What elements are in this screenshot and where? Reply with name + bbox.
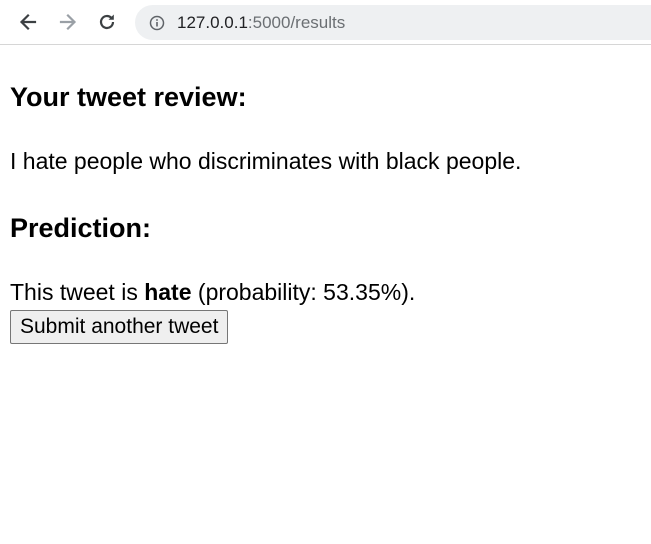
- browser-toolbar: 127.0.0.1:5000/results: [0, 0, 651, 45]
- arrow-right-icon: [59, 13, 77, 31]
- submit-another-tweet-button[interactable]: Submit another tweet: [10, 310, 229, 344]
- url-host: 127.0.0.1: [177, 12, 248, 32]
- prediction-heading: Prediction:: [10, 213, 152, 243]
- review-heading: Your tweet review:: [10, 82, 247, 112]
- forward-button[interactable]: [53, 7, 83, 37]
- info-icon[interactable]: [148, 14, 166, 32]
- prediction-prefix: This tweet is: [10, 279, 145, 305]
- back-button[interactable]: [13, 7, 43, 37]
- reload-icon: [99, 14, 115, 30]
- review-text: I hate people who discriminates with bla…: [10, 148, 522, 174]
- address-bar[interactable]: 127.0.0.1:5000/results: [135, 5, 651, 40]
- prediction-suffix: (probability: 53.35%).: [191, 279, 416, 305]
- arrow-left-icon: [19, 13, 37, 31]
- prediction-label: hate: [144, 279, 192, 305]
- url-path: :5000/results: [247, 12, 346, 32]
- reload-button[interactable]: [92, 7, 122, 37]
- url-text[interactable]: 127.0.0.1:5000/results: [177, 13, 345, 33]
- prediction-text: This tweet is hate (probability: 53.35%)…: [10, 276, 415, 308]
